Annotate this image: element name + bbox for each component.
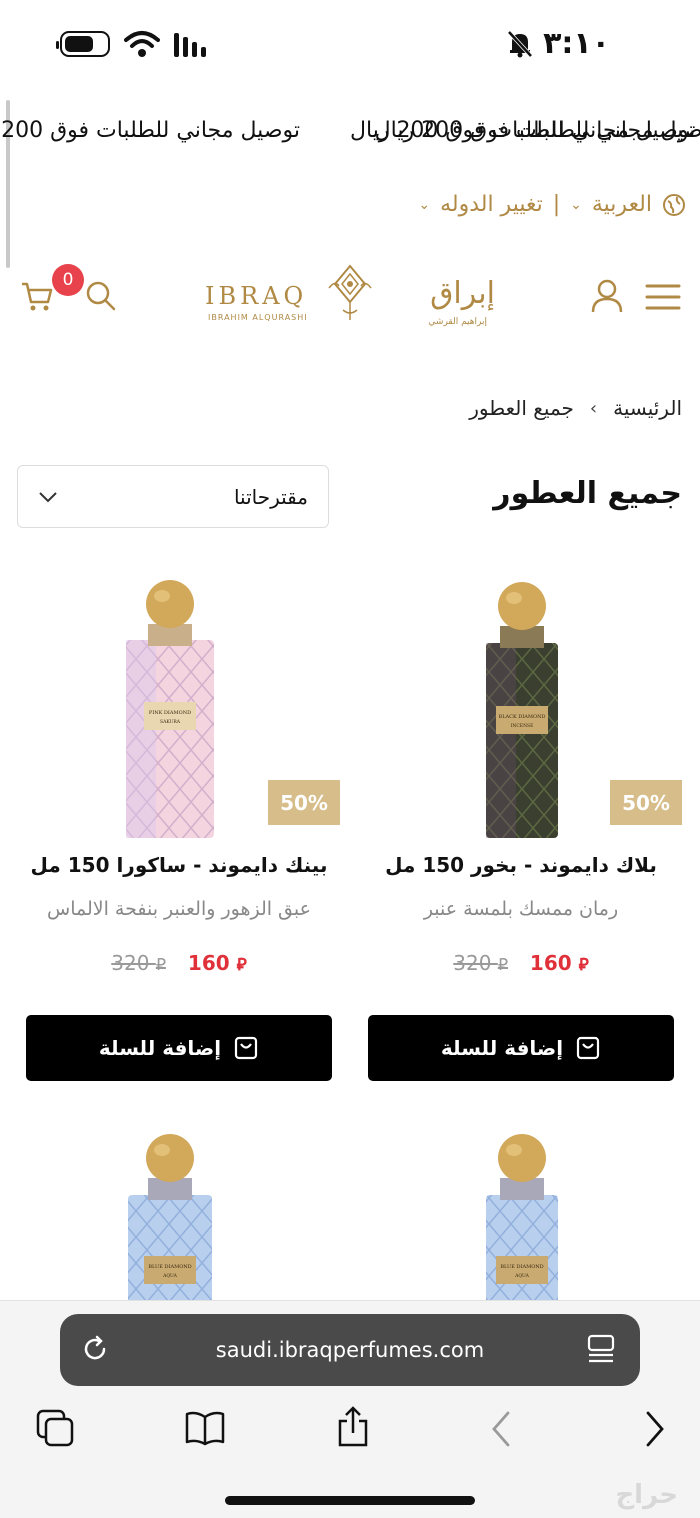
watermark-logo: حراج xyxy=(615,1480,678,1510)
bag-icon xyxy=(235,1036,258,1060)
bottle-label-line2: AQUA xyxy=(162,1273,178,1279)
bottle-label-line2: INCENSE xyxy=(511,723,534,729)
price-old: ⃁ 320 xyxy=(453,951,508,975)
bottle-label-line1: BLUE DIAMOND xyxy=(148,1264,191,1270)
bottle-label-line1: BLACK DIAMOND xyxy=(499,714,546,720)
wifi-icon xyxy=(124,31,160,57)
browser-toolbar: saudi.ibraqperfumes.com حراج xyxy=(0,1300,700,1518)
product-name[interactable]: بينك دايموند - ساكورا 150 مل xyxy=(26,853,332,877)
logo-latin-sub: IBRAHIM ALQURASHI xyxy=(208,313,308,322)
breadcrumb-home[interactable]: الرئيسية xyxy=(613,396,682,420)
status-right: ٣:١٠ xyxy=(507,26,610,61)
status-left xyxy=(56,30,206,58)
account-button[interactable] xyxy=(590,278,624,314)
breadcrumb: الرئيسية › جميع العطور xyxy=(469,396,682,420)
perfume-bottle-image: BLUE DIAMOND AQUA xyxy=(128,1134,212,1300)
signal-icon xyxy=(174,31,206,57)
bag-icon xyxy=(577,1036,600,1060)
discount-badge: 50% xyxy=(610,780,682,825)
riyal-icon: ⃁ xyxy=(578,955,589,975)
status-time: ٣:١٠ xyxy=(543,26,610,61)
price-new: ⃁ 160 xyxy=(530,951,589,975)
address-bar[interactable]: saudi.ibraqperfumes.com xyxy=(60,1314,640,1386)
price-new-value: 160 xyxy=(187,951,230,975)
price-new-value: 160 xyxy=(529,951,572,975)
product-card[interactable]: BLUE DIAMOND AQUA xyxy=(26,1120,332,1300)
product-name[interactable]: بلاك دايموند - بخور 150 مل xyxy=(368,853,674,877)
riyal-icon: ⃁ xyxy=(155,955,166,975)
bottle-label-line1: PINK DIAMOND xyxy=(149,710,191,716)
bell-muted-icon xyxy=(507,30,533,57)
battery-icon xyxy=(56,31,110,57)
share-icon[interactable] xyxy=(336,1405,370,1449)
add-to-cart-button[interactable]: إضافة للسلة xyxy=(368,1015,674,1081)
bottle-label-line2: AQUA xyxy=(514,1273,530,1279)
promo-text-b: توصيل مجاني للطلبات فوق 200 ريال xyxy=(350,118,696,143)
promo-text: توصيل مجاني للطلبات فوق 200 xyxy=(1,118,300,143)
language-select[interactable]: العربية xyxy=(592,192,652,217)
price-old-value: 320 xyxy=(111,951,150,975)
price-new: ⃁ 160 xyxy=(188,951,247,975)
menu-button[interactable] xyxy=(645,282,681,312)
add-to-cart-button[interactable]: إضافة للسلة xyxy=(26,1015,332,1081)
chevron-down-icon xyxy=(39,491,57,502)
sort-value: مقترحاتنا xyxy=(233,484,308,509)
product-card[interactable]: BLUE DIAMOND AQUA xyxy=(368,1120,674,1300)
search-icon xyxy=(86,281,116,311)
site-logo[interactable]: IBRAQ IBRAHIM ALQURASHI إبراق إبراهيم ال… xyxy=(205,262,495,334)
logo-emblem-icon xyxy=(328,264,372,320)
price-old: ⃁ 320 xyxy=(111,951,166,975)
search-button[interactable] xyxy=(85,280,117,312)
home-indicator xyxy=(225,1496,475,1505)
url-text: saudi.ibraqperfumes.com xyxy=(215,1338,485,1362)
price-row: ⃁ 160 ⃁ 320 xyxy=(368,951,674,975)
riyal-icon: ⃁ xyxy=(236,955,247,975)
user-icon xyxy=(591,279,623,313)
bottle-label-line1: BLUE DIAMOND xyxy=(500,1264,543,1270)
cart-button[interactable]: 0 xyxy=(20,264,84,314)
site-header: 0 IBRAQ IBRAHIM ALQURASHI إبراق إبراهيم … xyxy=(0,250,700,345)
reload-icon[interactable] xyxy=(80,1334,110,1364)
riyal-icon: ⃁ xyxy=(497,955,508,975)
logo-arabic: إبراق xyxy=(430,276,495,311)
cart-icon xyxy=(22,282,53,311)
breadcrumb-current: جميع العطور xyxy=(469,396,574,420)
bottle-label-line2: SAKURA xyxy=(160,719,181,725)
chevron-left-icon: › xyxy=(589,397,598,419)
bookmarks-icon[interactable] xyxy=(184,1409,226,1447)
discount-badge: 50% xyxy=(268,780,340,825)
add-to-cart-label: إضافة للسلة xyxy=(440,1036,564,1060)
product-description: رمان ممسك بلمسة عنبر xyxy=(423,898,619,920)
back-icon[interactable] xyxy=(488,1409,516,1449)
logo-arabic-sub: إبراهيم القرشي xyxy=(428,317,487,327)
perfume-bottle-image: BLUE DIAMOND AQUA xyxy=(486,1134,558,1300)
tabs-icon[interactable] xyxy=(36,1409,76,1449)
globe-icon xyxy=(663,193,685,216)
add-to-cart-label: إضافة للسلة xyxy=(98,1036,222,1060)
change-country-button[interactable]: تغيير الدوله xyxy=(440,192,543,217)
price-old-value: 320 xyxy=(453,951,492,975)
cart-count-badge: 0 xyxy=(52,264,84,296)
status-bar: ٣:١٠ xyxy=(0,0,700,96)
page-title: جميع العطور xyxy=(493,476,682,511)
locale-row: العربية ⌄ | تغيير الدوله ⌄ xyxy=(418,192,686,217)
price-row: ⃁ 160 ⃁ 320 xyxy=(26,951,332,975)
hamburger-menu-icon xyxy=(645,284,681,310)
reader-mode-icon[interactable] xyxy=(586,1334,616,1366)
sort-select[interactable]: مقترحاتنا xyxy=(17,465,329,528)
locale-separator: | xyxy=(552,192,561,217)
chevron-down-icon: ⌄ xyxy=(570,196,582,213)
logo-latin: IBRAQ xyxy=(205,282,308,310)
chevron-down-icon: ⌄ xyxy=(418,196,431,213)
forward-icon[interactable] xyxy=(640,1409,668,1449)
product-description: عبق الزهور والعنبر بنفحة الالماس xyxy=(47,898,311,920)
